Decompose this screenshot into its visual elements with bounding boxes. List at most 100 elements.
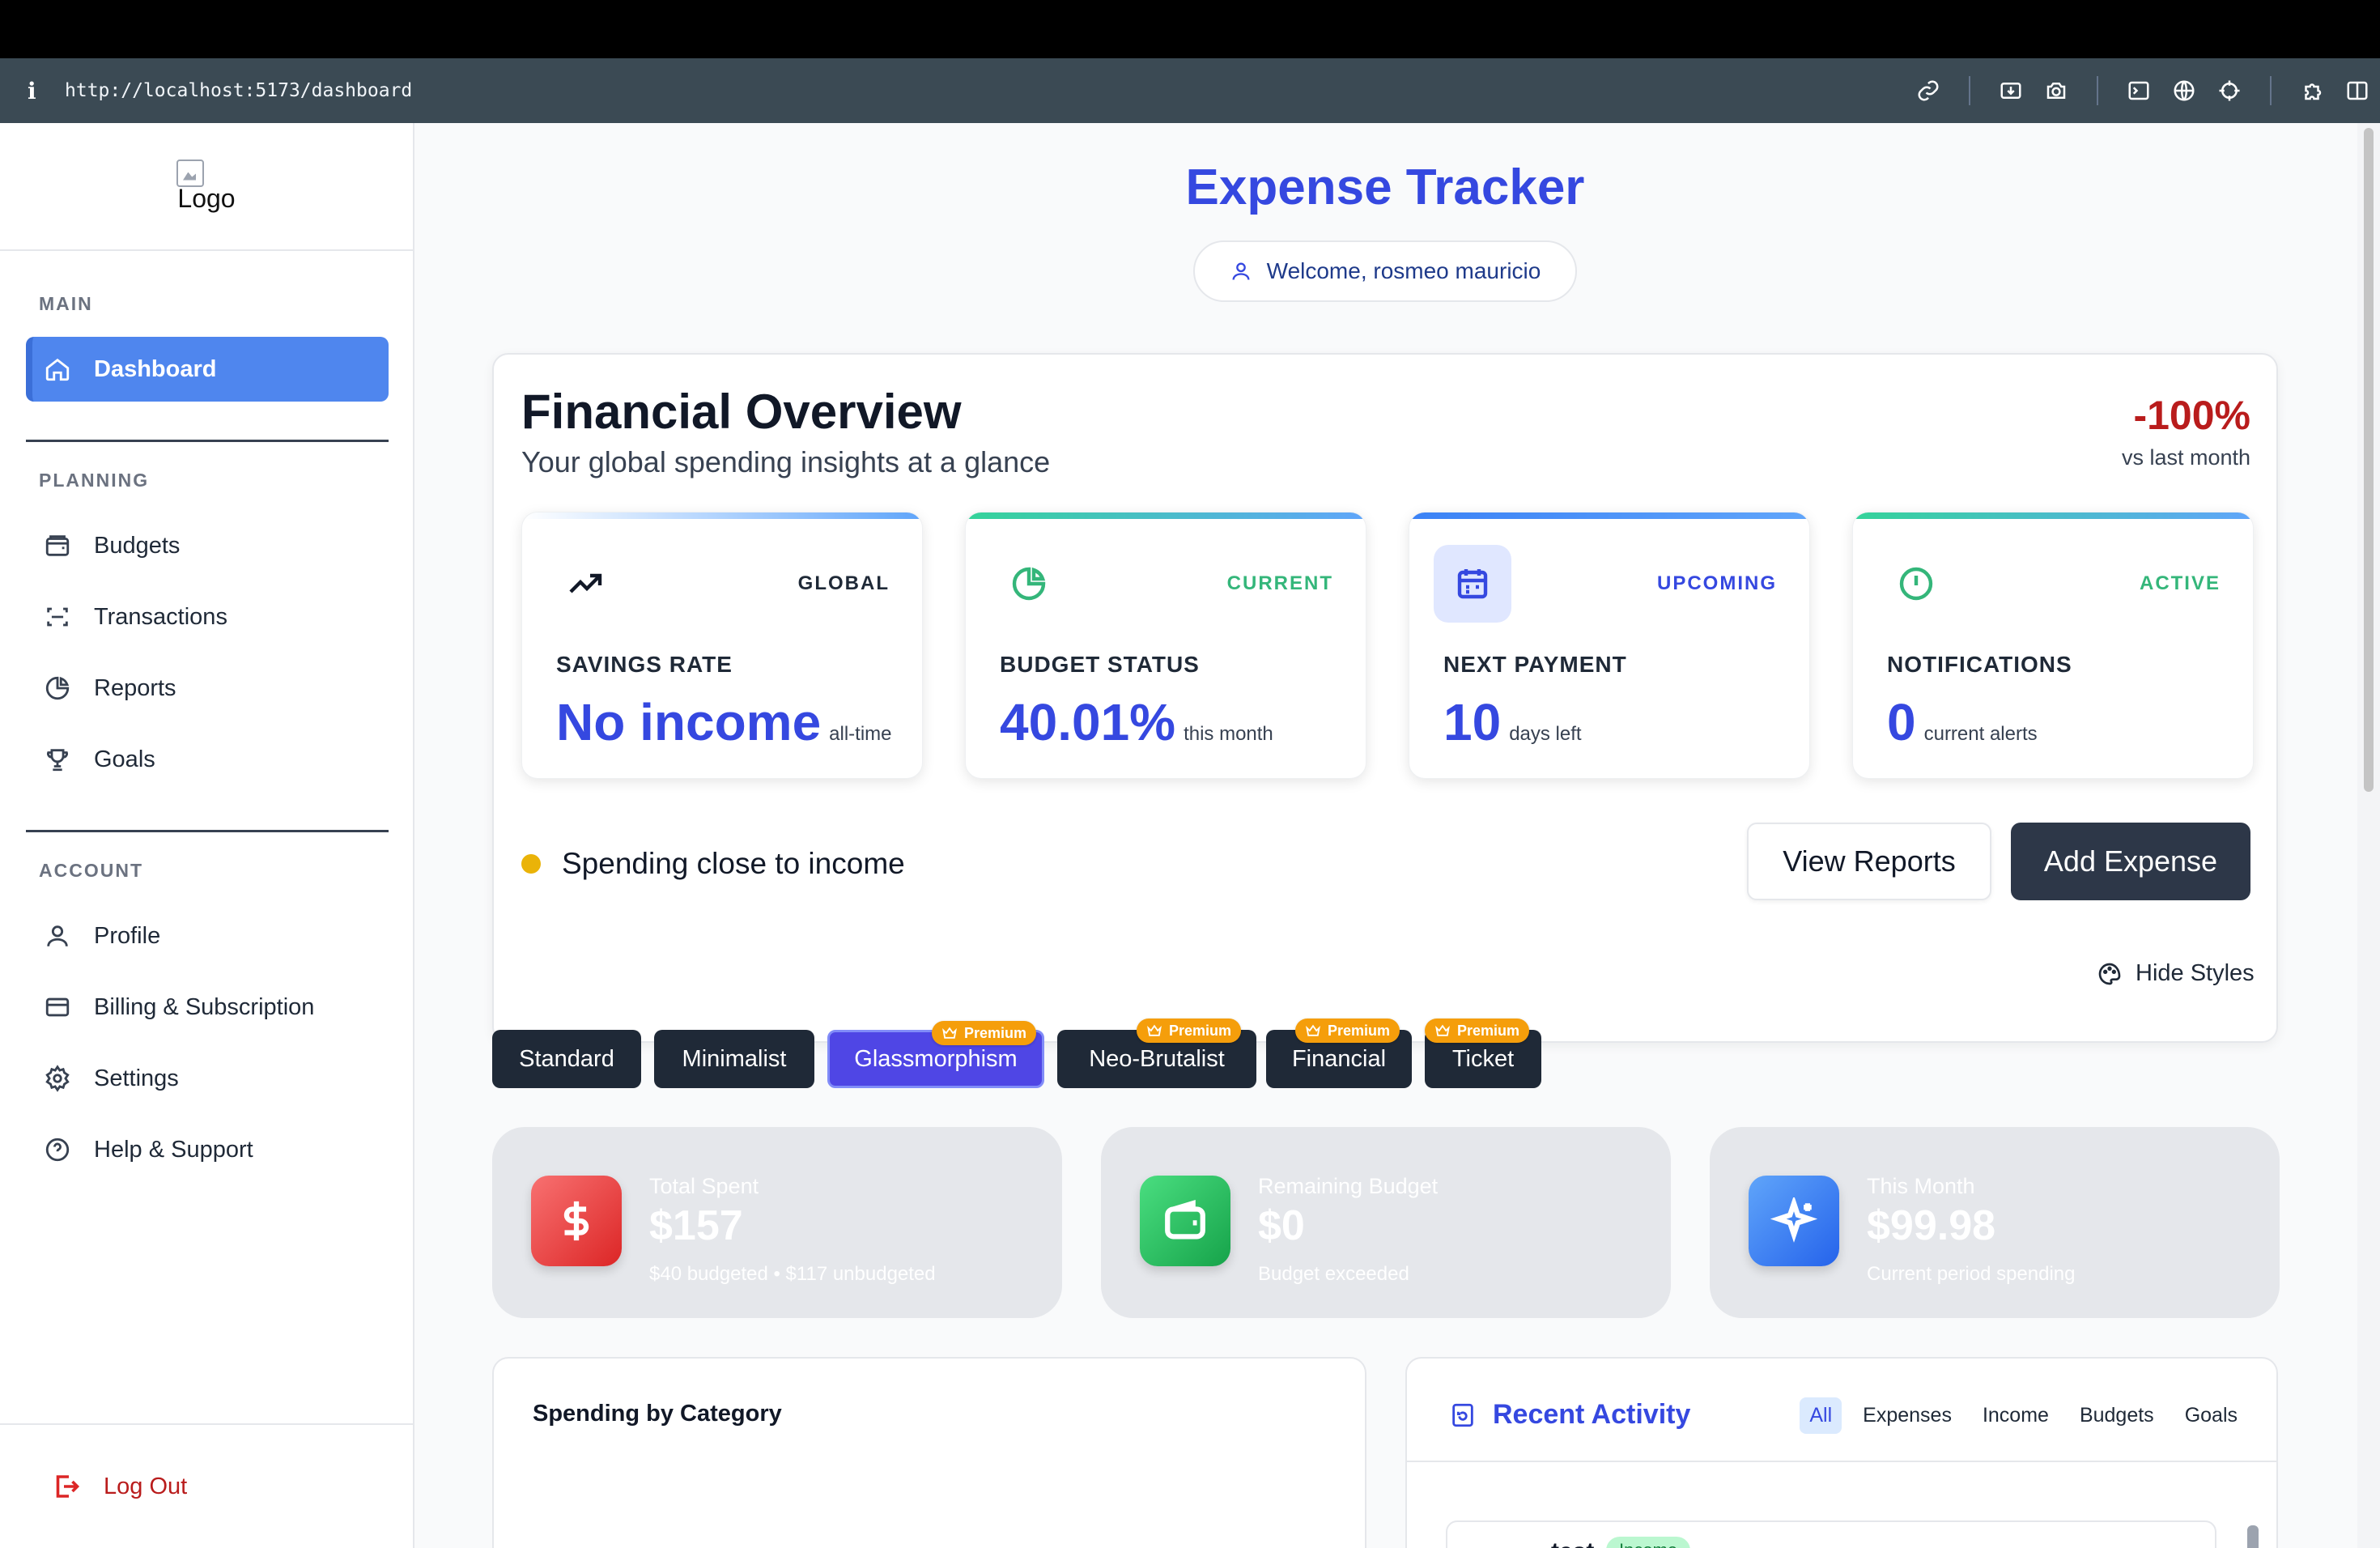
- sidebar-item-label: Help & Support: [94, 1136, 253, 1163]
- wallet-icon: [1140, 1176, 1230, 1266]
- add-expense-button[interactable]: Add Expense: [2011, 823, 2250, 900]
- sidebar-item-budgets[interactable]: Budgets: [26, 513, 389, 578]
- premium-badge: Premium: [1425, 1019, 1530, 1043]
- pie-chart-icon: [990, 545, 1068, 623]
- premium-label: Premium: [1169, 1022, 1232, 1039]
- card-value: 40.01%: [1000, 693, 1176, 751]
- logout-icon: [56, 1475, 80, 1498]
- crosshair-icon[interactable]: [2207, 58, 2252, 123]
- card-label: NOTIFICATIONS: [1887, 652, 2072, 677]
- tab-expenses[interactable]: Expenses: [1853, 1397, 1961, 1434]
- style-option-ticket[interactable]: Ticket Premium: [1425, 1019, 1541, 1088]
- sidebar-item-profile[interactable]: Profile: [26, 904, 389, 968]
- card-tag: CURRENT: [1226, 572, 1333, 594]
- style-option-glassmorphism[interactable]: Glassmorphism Premium: [827, 1021, 1044, 1088]
- style-option-standard[interactable]: Standard: [492, 1030, 641, 1088]
- activity-filter-tabs: All Expenses Income Budgets Goals: [1800, 1397, 2247, 1434]
- tab-all[interactable]: All: [1800, 1397, 1842, 1434]
- recent-activity-header: Recent Activity All Expenses Income Budg…: [1407, 1359, 2276, 1462]
- home-icon: [45, 358, 70, 381]
- style-option-minimalist[interactable]: Minimalist: [654, 1030, 814, 1088]
- sidebar-divider: [26, 830, 389, 832]
- card-value: 0: [1887, 693, 1916, 751]
- trophy-icon: [47, 749, 68, 772]
- recent-activity-panel: Recent Activity All Expenses Income Budg…: [1405, 1357, 2278, 1548]
- card-value-row: 10 days left: [1443, 692, 1582, 752]
- broken-image-icon: [176, 159, 204, 187]
- sidebar-item-settings[interactable]: Settings: [26, 1046, 389, 1111]
- url-text[interactable]: http://localhost:5173/dashboard: [65, 80, 412, 101]
- palette-icon: [2098, 963, 2121, 985]
- tab-goals[interactable]: Goals: [2175, 1397, 2247, 1434]
- sidebar-toggle-icon[interactable]: [2335, 58, 2380, 123]
- card-accent-bar: [1409, 512, 1809, 519]
- stat-value: $99.98: [1867, 1202, 1996, 1249]
- logo[interactable]: Logo: [0, 123, 413, 251]
- premium-badge: Premium: [1295, 1019, 1400, 1043]
- premium-label: Premium: [1328, 1022, 1391, 1039]
- trending-up-icon: [546, 545, 624, 623]
- terminal-icon[interactable]: [2116, 58, 2161, 123]
- status-dot: [521, 854, 541, 874]
- credit-card-icon: [45, 997, 70, 1017]
- sidebar-item-label: Profile: [94, 922, 161, 949]
- sidebar-item-label: Dashboard: [94, 355, 217, 382]
- screenshot-icon[interactable]: [1988, 58, 2034, 123]
- overview-subtitle: Your global spending insights at a glanc…: [521, 445, 1051, 478]
- sidebar-item-dashboard[interactable]: Dashboard: [26, 337, 389, 402]
- sidebar-item-transactions[interactable]: Transactions: [26, 585, 389, 649]
- stat-card-this-month[interactable]: This Month $99.98 Current period spendin…: [1710, 1127, 2280, 1318]
- sidebar-item-label: Billing & Subscription: [94, 993, 315, 1020]
- hide-styles-button[interactable]: Hide Styles: [2097, 960, 2255, 987]
- budget-status-card[interactable]: CURRENT BUDGET STATUS 40.01% this month: [965, 512, 1366, 779]
- tab-budgets[interactable]: Budgets: [2070, 1397, 2164, 1434]
- activity-badge: Income: [1606, 1537, 1691, 1548]
- info-icon[interactable]: i: [28, 78, 52, 104]
- card-tag: GLOBAL: [797, 572, 890, 594]
- sidebar-item-help[interactable]: Help & Support: [26, 1117, 389, 1182]
- page-scrollbar[interactable]: [2357, 123, 2380, 1548]
- stat-card-total-spent[interactable]: Total Spent $157 $40 budgeted • $117 unb…: [492, 1127, 1062, 1318]
- card-label: SAVINGS RATE: [556, 652, 733, 677]
- sidebar-item-goals[interactable]: Goals: [26, 727, 389, 792]
- camera-icon[interactable]: [2034, 58, 2079, 123]
- month-change-label: vs last month: [2121, 445, 2250, 470]
- section-label-planning: PLANNING: [39, 470, 150, 491]
- month-change-value: -100%: [2133, 393, 2250, 438]
- help-circle-icon: [45, 1138, 70, 1162]
- link-icon[interactable]: [1906, 58, 1951, 123]
- card-value: No income: [556, 693, 822, 751]
- calendar-icon: [1434, 545, 1511, 623]
- sidebar-item-label: Reports: [94, 674, 176, 701]
- section-label-account: ACCOUNT: [39, 860, 143, 881]
- scrollbar-thumb[interactable]: [2364, 128, 2374, 792]
- savings-rate-card[interactable]: GLOBAL SAVINGS RATE No income all-time: [521, 512, 923, 779]
- premium-label: Premium: [964, 1024, 1027, 1041]
- crown-icon: [1306, 1024, 1320, 1036]
- card-value-row: 40.01% this month: [1000, 692, 1273, 752]
- gear-icon: [45, 1065, 70, 1092]
- crown-icon: [942, 1027, 957, 1039]
- financial-overview-panel: Financial Overview Your global spending …: [492, 353, 2278, 1043]
- stat-card-remaining-budget[interactable]: Remaining Budget $0 Budget exceeded: [1101, 1127, 1671, 1318]
- style-option-label: Ticket: [1451, 1045, 1515, 1072]
- wallet-icon: [45, 535, 70, 556]
- extensions-icon[interactable]: [2289, 58, 2335, 123]
- view-reports-button[interactable]: View Reports: [1747, 823, 1991, 900]
- sidebar-item-reports[interactable]: Reports: [26, 656, 389, 721]
- stat-subtext: $40 budgeted • $117 unbudgeted: [649, 1263, 936, 1285]
- logout-button[interactable]: Log Out: [0, 1423, 413, 1548]
- crown-icon: [1147, 1024, 1162, 1036]
- style-option-neo-brutalist[interactable]: Neo-Brutalist Premium: [1057, 1019, 1256, 1088]
- globe-icon[interactable]: [2161, 58, 2207, 123]
- card-value-suffix: days left: [1509, 723, 1582, 745]
- sidebar-item-billing[interactable]: Billing & Subscription: [26, 975, 389, 1040]
- tab-income[interactable]: Income: [1973, 1397, 2059, 1434]
- list-item[interactable]: test Income: [1446, 1520, 2216, 1548]
- notifications-card[interactable]: ACTIVE NOTIFICATIONS 0 current alerts: [1852, 512, 2254, 779]
- activity-scrollbar[interactable]: [2247, 1525, 2259, 1548]
- next-payment-card[interactable]: UPCOMING NEXT PAYMENT 10 days left: [1409, 512, 1810, 779]
- card-tag: ACTIVE: [2139, 572, 2221, 594]
- status-text: Spending close to income: [562, 847, 905, 880]
- style-option-financial[interactable]: Financial Premium: [1266, 1019, 1412, 1088]
